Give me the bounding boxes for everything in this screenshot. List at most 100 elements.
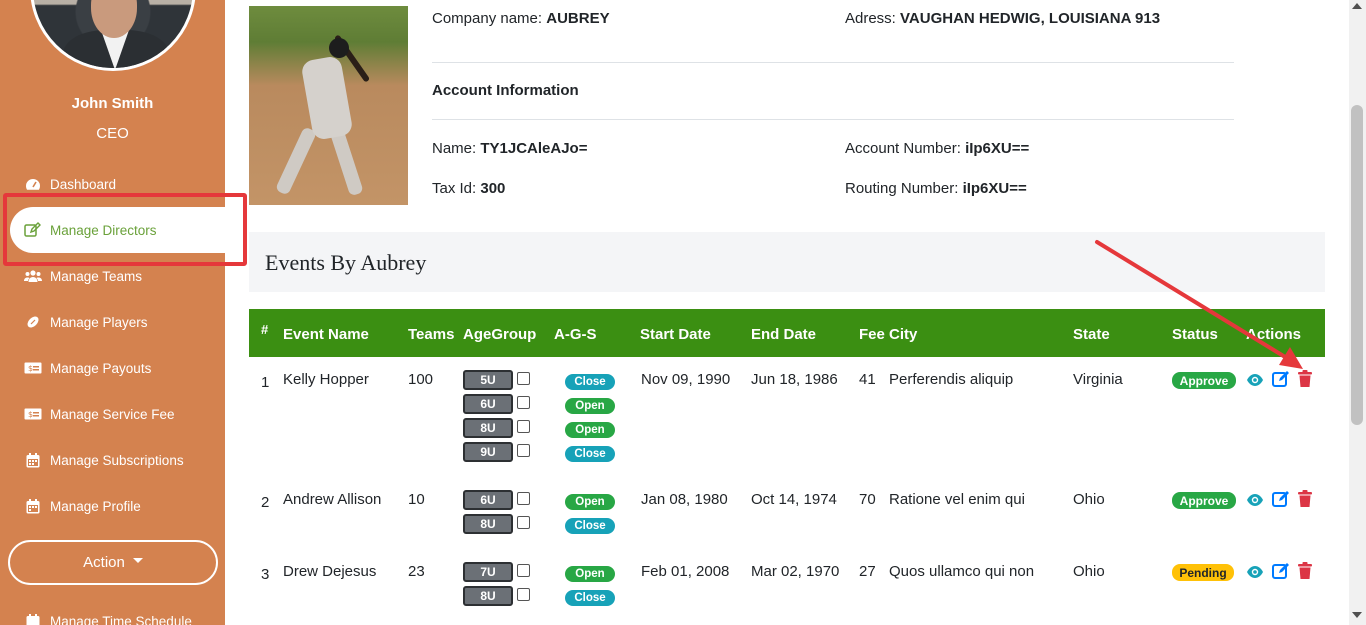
column-header-event-name: Event Name xyxy=(283,326,369,343)
event-name: Kelly Hopper xyxy=(283,371,369,388)
events-title: Events By Aubrey xyxy=(265,250,427,275)
column-header-actions: Actions xyxy=(1246,326,1302,343)
column-header-start-date: Start Date xyxy=(640,326,711,343)
status-badge: Approve xyxy=(1172,372,1236,389)
age-group-button[interactable]: 6U xyxy=(463,394,513,414)
edit-icon[interactable] xyxy=(1272,490,1290,508)
action-dropdown-button[interactable]: Action xyxy=(8,540,218,585)
delete-trash-icon[interactable] xyxy=(1297,490,1315,508)
state: Ohio xyxy=(1073,563,1105,580)
age-group-checkbox[interactable] xyxy=(517,516,530,529)
teams-count: 10 xyxy=(408,491,425,508)
end-date: Mar 02, 1970 xyxy=(751,563,840,580)
sidebar-item-manage-time-schedule[interactable]: Manage Time Schedule xyxy=(24,609,192,625)
routing-number-label: Routing Number: xyxy=(845,180,959,197)
end-date: Jun 18, 1986 xyxy=(751,371,838,388)
edit-icon[interactable] xyxy=(1272,370,1290,388)
address-row: Adress: VAUGHAN HEDWIG, LOUISIANA 913 xyxy=(845,10,1160,27)
sidebar-item-label: Manage Subscriptions xyxy=(50,452,184,468)
calendar-icon xyxy=(24,452,42,467)
sidebar-item-label: Manage Time Schedule xyxy=(50,613,192,625)
edit-icon[interactable] xyxy=(1272,562,1290,580)
state: Virginia xyxy=(1073,371,1123,388)
tax-id-value: 300 xyxy=(480,180,506,197)
ags-badge: Close xyxy=(565,518,615,534)
routing-number-value: iIp6XU== xyxy=(962,180,1027,197)
sidebar-item-manage-payouts[interactable]: $ Manage Payouts xyxy=(24,356,151,380)
calendar-icon xyxy=(24,498,42,513)
age-group-checkbox[interactable] xyxy=(517,396,530,409)
view-eye-icon[interactable] xyxy=(1246,491,1264,509)
column-header-fee: Fee xyxy=(859,326,885,343)
delete-trash-icon[interactable] xyxy=(1297,562,1315,580)
sidebar-item-manage-players[interactable]: Manage Players xyxy=(24,310,148,334)
row-number: 2 xyxy=(261,494,270,511)
status-badge: Approve xyxy=(1172,492,1236,509)
ags-badge: Close xyxy=(565,446,615,462)
sidebar-item-manage-profile[interactable]: Manage Profile xyxy=(24,494,141,518)
column-header-ags: A-G-S xyxy=(554,326,597,343)
account-name-row: Name: TY1JCAleAJo= xyxy=(432,140,587,157)
teams-count: 100 xyxy=(408,371,434,388)
age-group-checkbox[interactable] xyxy=(517,372,530,385)
money-bill-icon: $ xyxy=(24,361,42,375)
sidebar-item-label: Manage Payouts xyxy=(50,360,152,376)
age-group-button[interactable]: 8U xyxy=(463,418,513,438)
scroll-up-arrow-icon[interactable] xyxy=(1352,3,1362,9)
column-header-number: # xyxy=(261,322,269,337)
event-name: Andrew Allison xyxy=(283,491,382,508)
status-badge: Pending xyxy=(1172,564,1234,581)
account-number-label: Account Number: xyxy=(845,140,961,157)
company-name-row: Company name: AUBREY xyxy=(432,10,610,27)
start-date: Jan 08, 1980 xyxy=(641,491,728,508)
sidebar-item-manage-subscriptions[interactable]: Manage Subscriptions xyxy=(24,448,184,472)
account-information-heading: Account Information xyxy=(432,82,579,99)
action-label: Action xyxy=(83,554,125,571)
account-name-label: Name: xyxy=(432,140,477,157)
sidebar-item-manage-service-fee[interactable]: $ Manage Service Fee xyxy=(24,402,175,426)
sidebar-item-label: Dashboard xyxy=(50,176,117,192)
age-group-checkbox[interactable] xyxy=(517,492,530,505)
sidebar-item-manage-teams[interactable]: Manage Teams xyxy=(24,264,142,288)
age-group-button[interactable]: 6U xyxy=(463,490,513,510)
ags-badge: Open xyxy=(565,494,615,510)
age-group-button[interactable]: 8U xyxy=(463,586,513,606)
money-bill-icon: $ xyxy=(24,407,42,421)
fee: 27 xyxy=(859,563,876,580)
svg-text:$: $ xyxy=(28,364,33,373)
delete-trash-icon[interactable] xyxy=(1297,370,1315,388)
age-group-button[interactable]: 7U xyxy=(463,562,513,582)
tax-id-row: Tax Id: 300 xyxy=(432,180,505,197)
age-group-checkbox[interactable] xyxy=(517,564,530,577)
city: Perferendis aliquip xyxy=(889,371,1014,388)
ags-badge: Open xyxy=(565,398,615,414)
age-group-checkbox[interactable] xyxy=(517,420,530,433)
event-name: Drew Dejesus xyxy=(283,563,377,580)
age-group-button[interactable]: 8U xyxy=(463,514,513,534)
ags-badge: Close xyxy=(565,374,615,390)
svg-text:$: $ xyxy=(28,410,33,419)
age-group-button[interactable]: 9U xyxy=(463,442,513,462)
column-header-teams: Teams xyxy=(408,326,455,343)
city: Quos ullamco qui non xyxy=(889,563,1035,580)
users-icon xyxy=(24,269,42,283)
scrollbar-thumb[interactable] xyxy=(1351,105,1363,425)
column-header-age-group: AgeGroup xyxy=(463,326,537,343)
sidebar-item-label: Manage Teams xyxy=(50,268,143,284)
sidebar-item-label: Manage Service Fee xyxy=(50,406,175,422)
fee: 70 xyxy=(859,491,876,508)
column-header-status: Status xyxy=(1172,326,1218,343)
address-label: Adress: xyxy=(845,10,896,27)
scroll-down-arrow-icon[interactable] xyxy=(1352,612,1362,618)
age-group-checkbox[interactable] xyxy=(517,444,530,457)
column-header-city: City xyxy=(889,326,918,343)
age-group-checkbox[interactable] xyxy=(517,588,530,601)
state: Ohio xyxy=(1073,491,1105,508)
address-value: VAUGHAN HEDWIG, LOUISIANA 913 xyxy=(900,10,1161,27)
teams-count: 23 xyxy=(408,563,425,580)
city: Ratione vel enim qui xyxy=(889,491,1025,508)
view-eye-icon[interactable] xyxy=(1246,563,1264,581)
age-group-button[interactable]: 5U xyxy=(463,370,513,390)
caret-down-icon xyxy=(132,558,143,563)
view-eye-icon[interactable] xyxy=(1246,371,1264,389)
